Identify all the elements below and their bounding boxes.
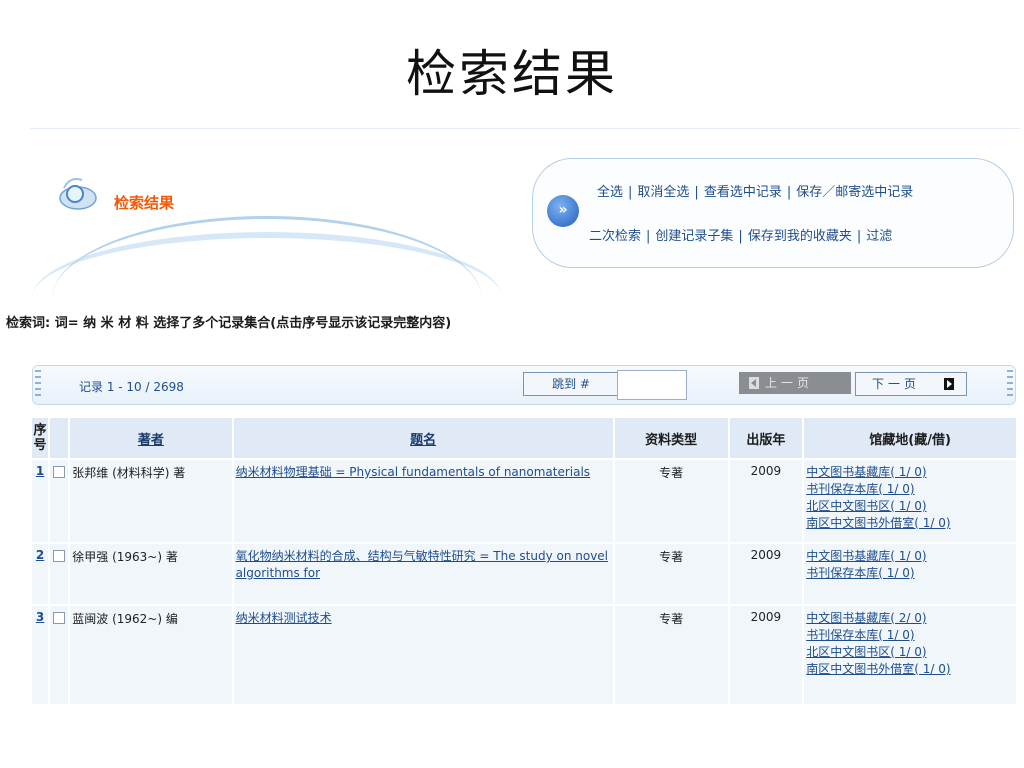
year-cell: 2009 xyxy=(729,606,803,704)
type-cell: 专著 xyxy=(614,606,728,704)
banner-title: 检索结果 xyxy=(114,194,175,212)
holding-link[interactable]: 中文图书基藏库( 2/ 0) xyxy=(806,610,1014,627)
banner-swoosh-decoration xyxy=(52,216,482,299)
goto-record-input[interactable] xyxy=(617,370,687,400)
holdings-cell: 中文图书基藏库( 1/ 0) 书刊保存本库( 1/ 0) xyxy=(804,544,1016,604)
record-number: 3 xyxy=(32,606,49,704)
holdings-cell: 中文图书基藏库( 1/ 0) 书刊保存本库( 1/ 0) 北区中文图书区( 1/… xyxy=(804,460,1016,542)
previous-arrow-icon xyxy=(749,377,759,389)
page-title: 检索结果 xyxy=(406,45,618,103)
separator: | xyxy=(856,229,862,244)
title-cell: 纳米材料物理基础 = Physical fundamentals of nano… xyxy=(233,460,613,542)
table-row: 1 张邦维 (材料科学) 著 纳米材料物理基础 = Physical funda… xyxy=(32,460,1016,542)
record-checkbox-cell xyxy=(50,606,69,704)
filter-link[interactable]: 过滤 xyxy=(866,229,892,244)
column-header-holdings: 馆藏地(藏/借) xyxy=(804,418,1016,458)
previous-page-label: 上一页 xyxy=(765,376,814,390)
column-header-year: 出版年 xyxy=(729,418,803,458)
type-cell: 专著 xyxy=(614,544,728,604)
holding-link[interactable]: 书刊保存本库( 1/ 0) xyxy=(806,565,1014,582)
results-table: 序号 著者 题名 资料类型 出版年 馆藏地(藏/借) 1 张邦维 (材料科学) … xyxy=(30,416,1018,706)
separator: | xyxy=(694,185,699,200)
separator: | xyxy=(646,229,651,244)
holding-link[interactable]: 北区中文图书区( 1/ 0) xyxy=(806,498,1014,515)
record-checkbox[interactable] xyxy=(53,612,66,624)
year-cell: 2009 xyxy=(729,460,803,542)
record-range: 记录 1 - 10 / 2698 xyxy=(79,380,184,394)
column-header-type: 资料类型 xyxy=(614,418,728,458)
pager-grip-right xyxy=(1007,370,1013,400)
year-cell: 2009 xyxy=(729,544,803,604)
separator: | xyxy=(786,185,792,200)
save-to-favorites-link[interactable]: 保存到我的收藏夹 xyxy=(748,229,852,244)
results-banner: 检索结果 xyxy=(32,146,512,296)
record-actions-panel: » 全选 | 取消全选 | 查看选中记录 | 保存／邮寄选中记录 二次检索 | 创建记录子集 | 保… xyxy=(532,158,1014,268)
search-globe-icon xyxy=(59,178,97,210)
table-header-row: 序号 著者 题名 资料类型 出版年 馆藏地(藏/借) xyxy=(32,418,1016,458)
type-cell: 专著 xyxy=(614,460,728,542)
title-cell: 纳米材料测试技术 xyxy=(233,606,613,704)
holdings-cell: 中文图书基藏库( 2/ 0) 书刊保存本库( 1/ 0) 北区中文图书区( 1/… xyxy=(804,606,1016,704)
record-number-link[interactable]: 2 xyxy=(36,548,44,562)
table-row: 2 徐甲强 (1963~) 著 氧化物纳米材料的合成、结构与气敏特性研究 = T… xyxy=(32,544,1016,604)
double-chevron-right-icon[interactable]: » xyxy=(547,195,579,227)
view-selected-link[interactable]: 查看选中记录 xyxy=(704,185,782,200)
next-page-button[interactable]: 下一页 xyxy=(855,372,967,396)
author-cell: 徐甲强 (1963~) 著 xyxy=(70,544,232,604)
title-link[interactable]: 纳米材料测试技术 xyxy=(236,611,332,625)
next-page-label: 下一页 xyxy=(872,377,921,391)
author-cell: 张邦维 (材料科学) 著 xyxy=(70,460,232,542)
actions-row-2: 二次检索 | 创建记录子集 | 保存到我的收藏夹 | 过滤 xyxy=(589,225,892,244)
goto-record-button[interactable]: 跳到 # xyxy=(523,372,619,396)
record-checkbox[interactable] xyxy=(53,466,66,478)
table-row: 3 蓝闽波 (1962~) 编 纳米材料测试技术 专著 2009 中文图书基藏库… xyxy=(32,606,1016,704)
previous-page-button[interactable]: 上一页 xyxy=(739,372,851,394)
separator: | xyxy=(628,185,633,200)
pagination-bar: 记录 1 - 10 / 2698 跳到 # 上一页 下一页 xyxy=(32,365,1016,405)
holding-link[interactable]: 北区中文图书区( 1/ 0) xyxy=(806,644,1014,661)
select-all-link[interactable]: 全选 xyxy=(597,185,623,200)
deselect-all-link[interactable]: 取消全选 xyxy=(637,185,689,200)
actions-row-1: 全选 | 取消全选 | 查看选中记录 | 保存／邮寄选中记录 xyxy=(597,181,913,200)
save-email-selected-link[interactable]: 保存／邮寄选中记录 xyxy=(796,185,913,200)
refine-search-link[interactable]: 二次检索 xyxy=(589,229,641,244)
title-link[interactable]: 纳米材料物理基础 = Physical fundamentals of nano… xyxy=(236,465,590,479)
holding-link[interactable]: 中文图书基藏库( 1/ 0) xyxy=(806,548,1014,565)
holding-link[interactable]: 中文图书基藏库( 1/ 0) xyxy=(806,464,1014,481)
author-cell: 蓝闽波 (1962~) 编 xyxy=(70,606,232,704)
title-link[interactable]: 氧化物纳米材料的合成、结构与气敏特性研究 = The study on nove… xyxy=(236,549,608,580)
record-checkbox[interactable] xyxy=(53,550,66,562)
column-header-seq: 序号 xyxy=(32,418,49,458)
create-subset-link[interactable]: 创建记录子集 xyxy=(655,229,733,244)
column-header-checkbox xyxy=(50,418,69,458)
record-checkbox-cell xyxy=(50,544,69,604)
record-number-link[interactable]: 1 xyxy=(36,464,44,478)
next-arrow-icon xyxy=(944,378,954,390)
pager-grip-left xyxy=(35,370,41,400)
record-checkbox-cell xyxy=(50,460,69,542)
divider xyxy=(30,128,1020,129)
record-number: 1 xyxy=(32,460,49,542)
title-cell: 氧化物纳米材料的合成、结构与气敏特性研究 = The study on nove… xyxy=(233,544,613,604)
record-number-link[interactable]: 3 xyxy=(36,610,44,624)
separator: | xyxy=(738,229,743,244)
holding-link[interactable]: 书刊保存本库( 1/ 0) xyxy=(806,481,1014,498)
holding-link[interactable]: 南区中文图书外借室( 1/ 0) xyxy=(806,515,1014,532)
holding-link[interactable]: 书刊保存本库( 1/ 0) xyxy=(806,627,1014,644)
record-number: 2 xyxy=(32,544,49,604)
column-header-author[interactable]: 著者 xyxy=(70,418,232,458)
search-query-summary: 检索词: 词= 纳 米 材 料 选择了多个记录集合(点击序号显示该记录完整内容) xyxy=(6,316,452,331)
holding-link[interactable]: 南区中文图书外借室( 1/ 0) xyxy=(806,661,1014,678)
column-header-title[interactable]: 题名 xyxy=(233,418,613,458)
